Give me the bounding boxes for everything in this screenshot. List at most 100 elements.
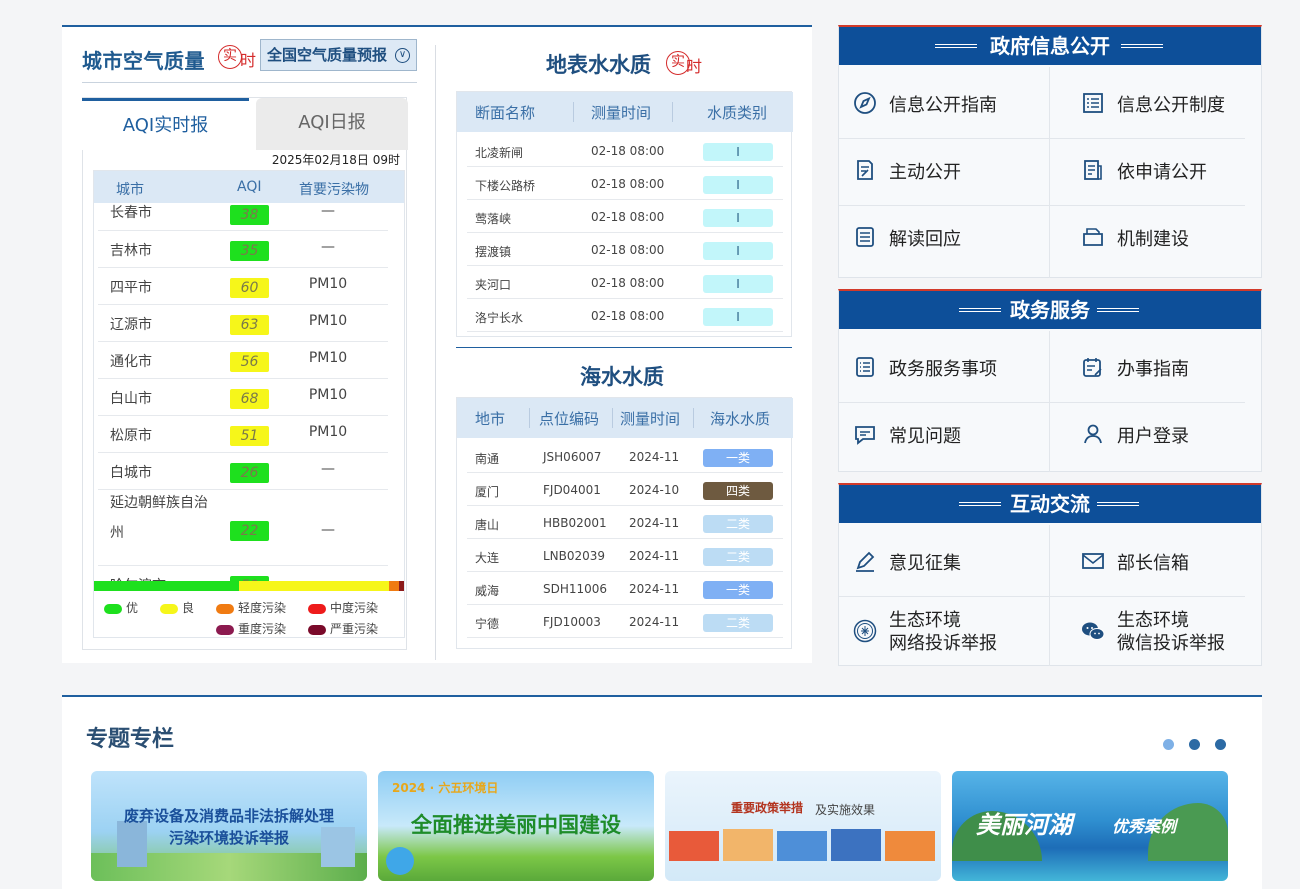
sea-grade-badge: 二类 (703, 548, 773, 566)
aqi-pollutant: — (321, 239, 335, 255)
tab-aqi-daily[interactable]: AQI日报 (256, 98, 408, 150)
aqi-color-bar (94, 581, 404, 591)
aqi-city: 松原市 (110, 428, 152, 444)
aqi-table-row: 四平市 60 PM10 (98, 268, 388, 305)
aqi-value: 56 (230, 352, 269, 372)
user-icon (1084, 424, 1102, 444)
surface-water-row: 下楼公路桥 02-18 08:00 Ⅰ (467, 167, 783, 200)
col-point-code: 点位编码 (539, 410, 600, 428)
point-code: FJD04001 (543, 483, 601, 497)
banner-illegal-dismantling-report[interactable]: 废弃设备及消费品非法拆解处理 污染环境投诉举报 (91, 771, 367, 881)
aqi-city: 吉林市 (110, 243, 152, 259)
realtime-text: 时 (240, 51, 257, 70)
banner-text-2b: 全面推进美丽中国建设 (411, 813, 621, 837)
col-sea-grade: 海水水质 (710, 410, 771, 428)
list-icon (1083, 93, 1103, 113)
measure-time: 2024-11 (629, 516, 680, 530)
section-name: 北凌新闸 (475, 146, 524, 160)
national-aqi-forecast-dropdown[interactable]: 全国空气质量预报 ∨ (260, 39, 417, 71)
aqi-pollutant: — (321, 461, 335, 477)
sea-grade-badge: 四类 (703, 482, 773, 500)
carousel-dot-1[interactable] (1162, 739, 1174, 750)
section-name: 下楼公路桥 (475, 179, 536, 193)
pen-icon (856, 551, 875, 572)
aqi-value: 51 (230, 426, 269, 446)
aqi-city: 延边朝鲜族自治州 (110, 495, 208, 541)
surface-water-row: 莺落峡 02-18 08:00 Ⅰ (467, 200, 783, 233)
point-code: LNB02039 (543, 549, 606, 563)
sea-water-row: 南通 JSH06007 2024-11 一类 (467, 440, 783, 473)
measure-time: 02-18 08:00 (591, 309, 665, 323)
aqi-table-row: 松原市 51 PM10 (98, 416, 388, 453)
realtime-text: 时 (686, 57, 703, 76)
banner-beautiful-rivers-lakes[interactable]: 美丽河湖 优秀案例 (952, 771, 1228, 881)
mail-icon (1082, 553, 1104, 569)
interaction-panel: 互动交流 意见征集 部长信箱 生态环境 网络投诉举报 生态环境 微信投诉举报 (838, 483, 1262, 666)
aqi-table-row: 通化市 56 PM10 (98, 342, 388, 379)
folder-icon (1083, 228, 1103, 246)
aqi-table-body[interactable]: 长春市 38— 吉林市 35— 四平市 60 PM10 辽源市 63 PM10 通化市 56 PM10 白… (94, 203, 404, 581)
forecast-label: 全国空气质量预报 (267, 46, 388, 64)
aqi-pollutant: PM10 (308, 424, 348, 440)
document-lines-icon (856, 227, 874, 247)
point-code: FJD10003 (543, 615, 601, 629)
environment-data-panel: 城市空气质量 实 时 全国空气质量预报 ∨ AQI实时报 AQI日报 2025年… (62, 25, 812, 663)
aqi-value: 35 (230, 241, 269, 261)
aqi-value: 26 (230, 463, 269, 483)
aqi-city: 辽源市 (110, 317, 152, 333)
aqi-city: 通化市 (110, 354, 152, 370)
col-measure-time: 测量时间 (591, 104, 652, 122)
banner-text-4a: 美丽河湖 (976, 811, 1072, 839)
sea-water-row: 威海 SDH11006 2024-11 一类 (467, 572, 783, 605)
compass-icon (854, 92, 876, 114)
measure-time: 02-18 08:00 (591, 177, 665, 191)
special-topics-section: 专题专栏 废弃设备及消费品非法拆解处理 污染环境投诉举报 2024 · 六五环境… (62, 695, 1262, 889)
surface-water-title: 地表水水质 (546, 53, 651, 77)
report-wechat-line2: 微信投诉举报 (1117, 633, 1225, 654)
gov-info-panel: 政府信息公开 信息公开指南 信息公开制度 主动公开 依申请公开 解读回应 机制建… (838, 25, 1262, 278)
point-code: HBB02001 (543, 516, 607, 530)
sea-city: 大连 (475, 551, 500, 565)
banner-beautiful-china[interactable]: 2024 · 六五环境日 全面推进美丽中国建设 (378, 771, 654, 881)
section-name: 夹河口 (475, 278, 512, 292)
report-wechat-line1: 生态环境 (1117, 610, 1189, 631)
link-wechat-complaint-report[interactable]: 生态环境 微信投诉举报 (1067, 609, 1263, 655)
aqi-table-row: 白城市 26 — (98, 453, 388, 490)
point-code: JSH06007 (543, 450, 602, 464)
water-grade-badge: Ⅰ (703, 242, 773, 260)
surface-water-row: 夹河口 02-18 08:00 Ⅰ (467, 266, 783, 299)
water-grade-badge: Ⅰ (703, 275, 773, 293)
aqi-city: 哈尔滨市 (110, 574, 220, 581)
aqi-value: 68 (230, 389, 269, 409)
document-request-icon (1084, 160, 1102, 180)
tab-aqi-realtime[interactable]: AQI实时报 (82, 98, 249, 150)
legend-moderate: 中度污染 (308, 599, 378, 616)
surface-water-table: 断面名称 测量时间 水质类别 北凌新闸 02-18 08:00 Ⅰ 下楼公路桥 02-1… (456, 91, 793, 337)
carousel-dot-2[interactable] (1188, 739, 1200, 750)
banner-key-policies[interactable]: 重要政策举措 及实施效果 (665, 771, 941, 881)
aqi-value: 63 (230, 315, 269, 335)
gov-service-panel: 政务服务 政务服务事项 办事指南 常见问题 用户登录 (838, 289, 1262, 472)
sea-water-title: 海水水质 (580, 365, 664, 389)
banner-text-3b: 及实施效果 (815, 803, 876, 817)
link-web-complaint-report[interactable]: 生态环境 网络投诉举报 (839, 609, 1035, 655)
sea-grade-badge: 二类 (703, 614, 773, 632)
sea-grade-badge: 一类 (703, 449, 773, 467)
col-water-grade: 水质类别 (707, 104, 768, 122)
aqi-table-row: 吉林市 35 — (98, 231, 388, 268)
sea-grade-badge: 二类 (703, 515, 773, 533)
col-measure-time: 测量时间 (620, 410, 681, 428)
carousel-dot-3[interactable] (1215, 739, 1226, 750)
interaction-header: 互动交流 (839, 485, 1261, 523)
chat-bubble-icon (855, 426, 875, 445)
col-aqi: AQI (237, 179, 262, 195)
aqi-city: 白山市 (110, 391, 152, 407)
measure-time: 02-18 08:00 (591, 243, 665, 257)
surface-water-header: 断面名称 测量时间 水质类别 (457, 92, 793, 132)
sea-water-table: 地市 点位编码 测量时间 海水水质 南通 JSH06007 2024-11 一类 厦门 F… (456, 397, 793, 649)
checklist-icon (856, 357, 874, 377)
measure-time: 02-18 08:00 (591, 276, 665, 290)
gov-service-header: 政务服务 (839, 291, 1261, 329)
legend-light: 轻度污染 (216, 599, 286, 616)
aqi-pollutant: PM10 (308, 350, 348, 366)
